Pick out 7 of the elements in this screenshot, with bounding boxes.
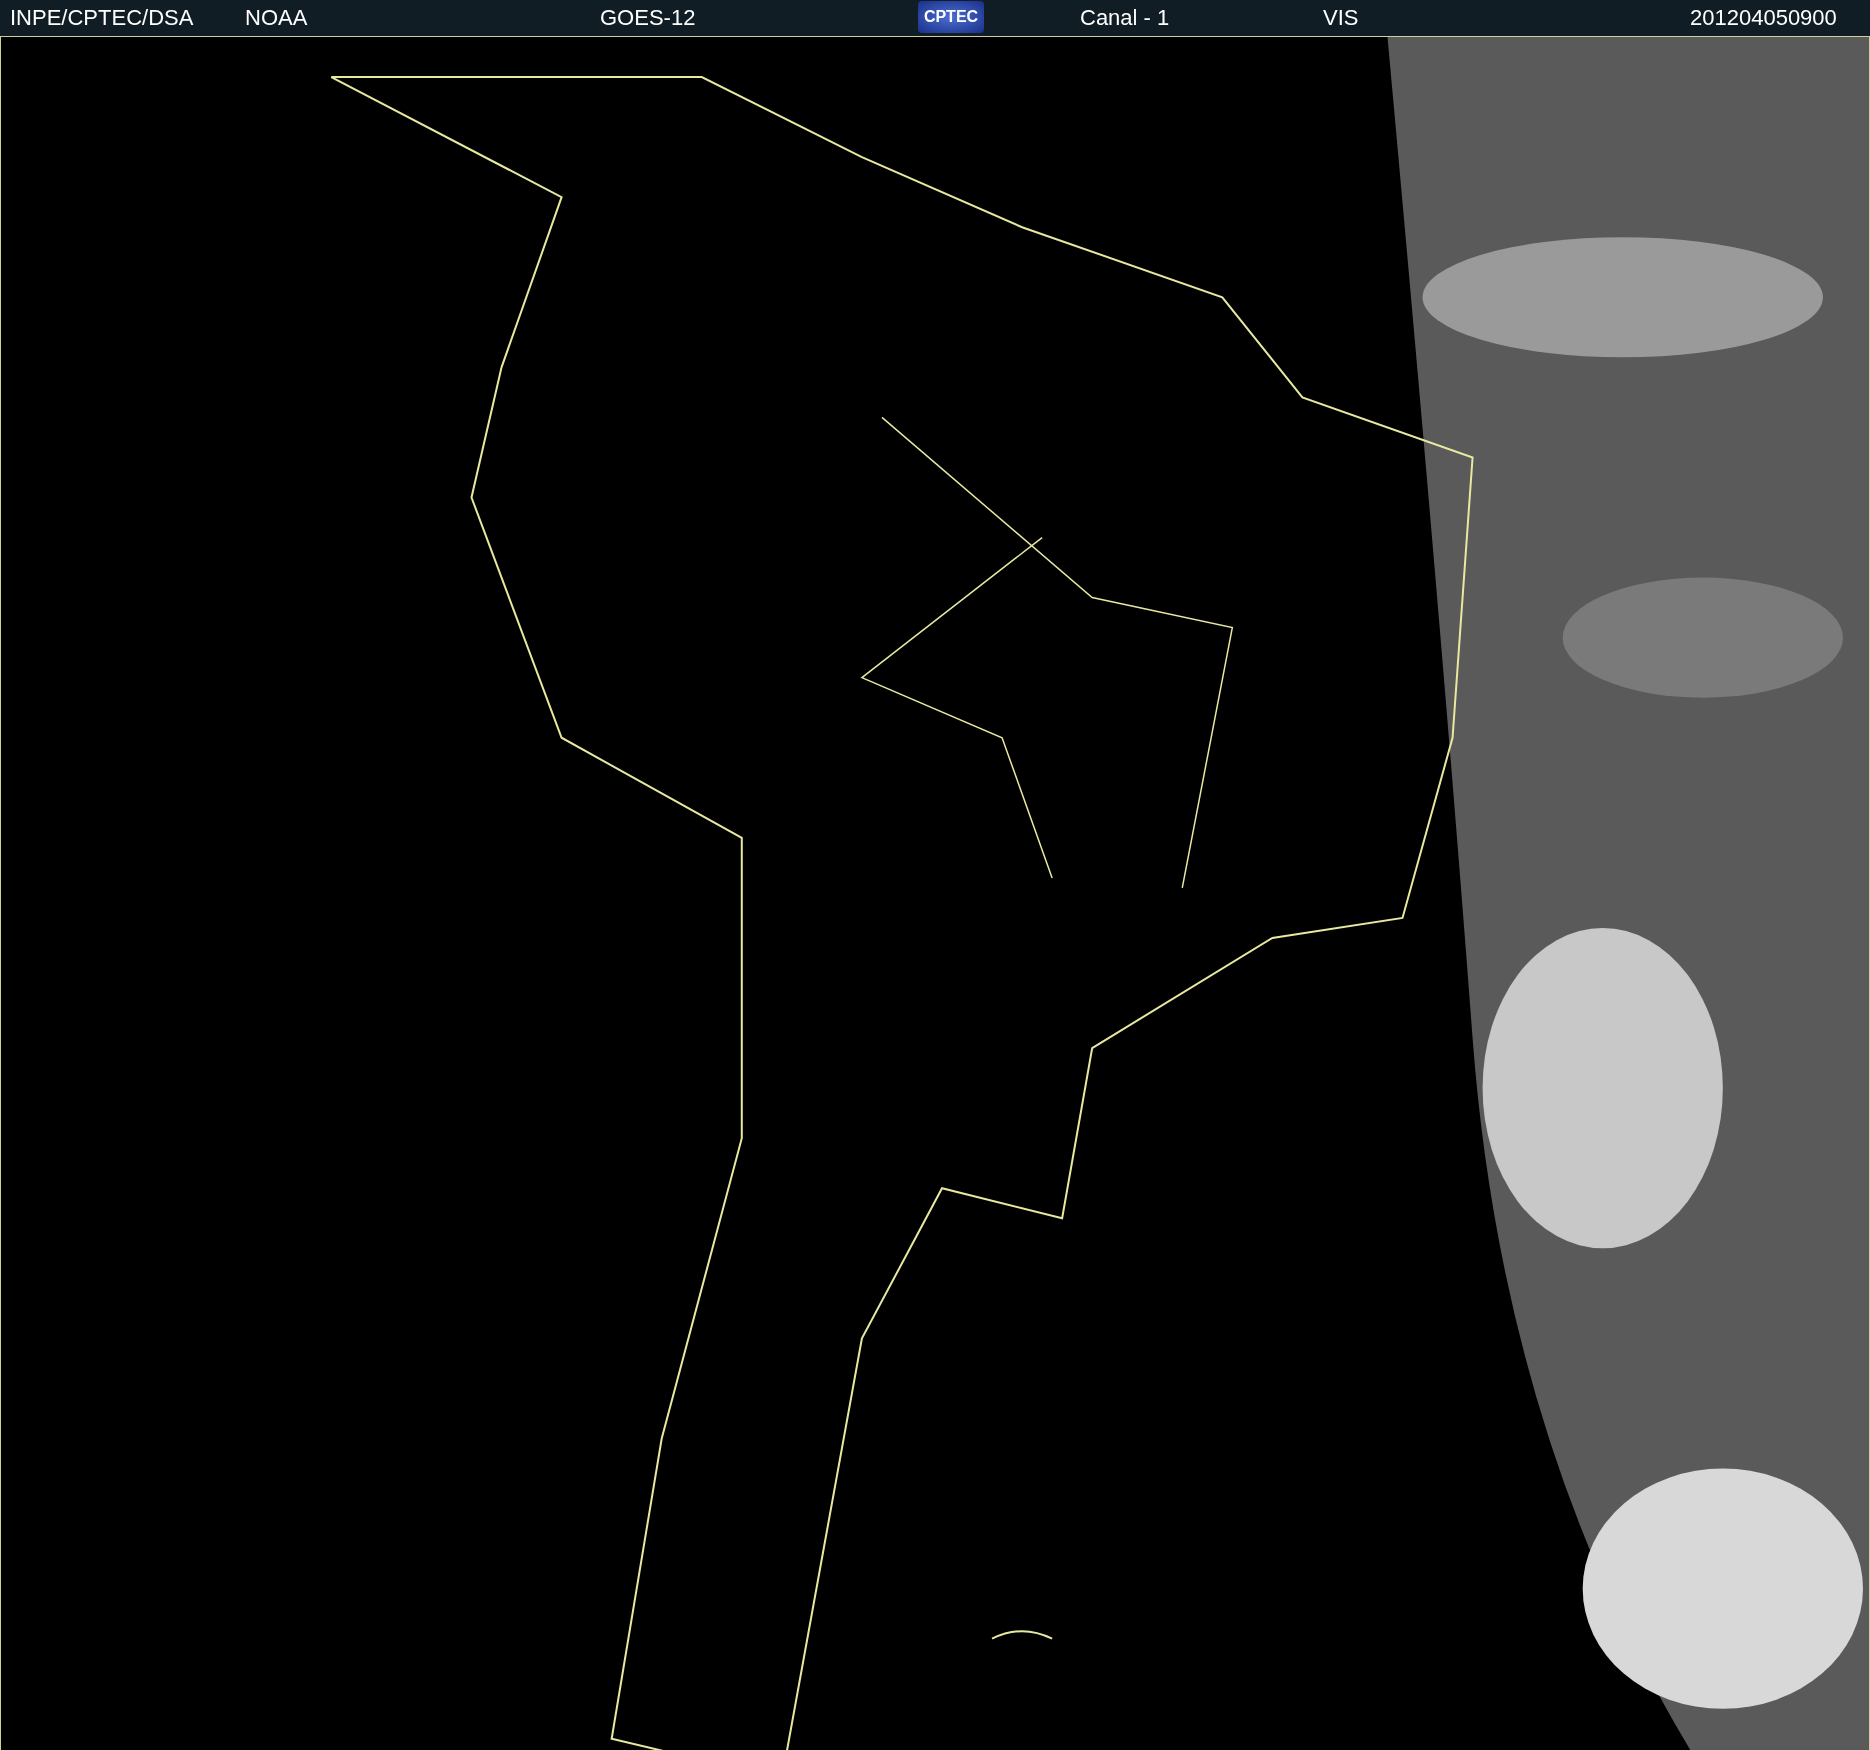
- header-label: VIS: [1323, 4, 1359, 32]
- header-label: NOAA: [245, 4, 308, 32]
- header-label: 201204050900: [1690, 4, 1837, 32]
- header-label: GOES-12: [600, 4, 696, 32]
- logo: CPTEC: [918, 1, 984, 33]
- header-label: INPE/CPTEC/DSA: [10, 4, 194, 32]
- header-label: Canal - 1: [1080, 4, 1170, 32]
